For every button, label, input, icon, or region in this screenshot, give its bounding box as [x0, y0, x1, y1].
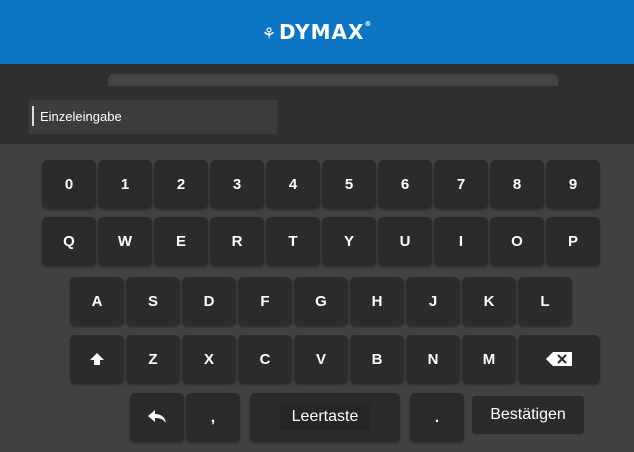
back-key[interactable]: [130, 393, 184, 441]
key-z[interactable]: Z: [126, 335, 180, 383]
key-e[interactable]: E: [154, 217, 208, 265]
key-1[interactable]: 1: [98, 160, 152, 208]
key-comma[interactable]: ,: [186, 393, 240, 441]
header-bar: ⚘ DYMAX®: [0, 0, 634, 64]
shift-icon: [90, 353, 104, 365]
key-g[interactable]: G: [294, 277, 348, 325]
key-u[interactable]: U: [378, 217, 432, 265]
key-0[interactable]: 0: [42, 160, 96, 208]
key-i[interactable]: I: [434, 217, 488, 265]
key-d[interactable]: D: [182, 277, 236, 325]
text-input-field[interactable]: Einzeleingabe: [28, 99, 278, 135]
key-s[interactable]: S: [126, 277, 180, 325]
key-r[interactable]: R: [210, 217, 264, 265]
key-h[interactable]: H: [350, 277, 404, 325]
key-f[interactable]: F: [238, 277, 292, 325]
key-8[interactable]: 8: [490, 160, 544, 208]
tab-strip: [108, 74, 558, 86]
key-6[interactable]: 6: [378, 160, 432, 208]
text-cursor: [32, 106, 34, 126]
back-arrow-icon: [148, 410, 166, 423]
shift-key[interactable]: [70, 335, 124, 383]
key-y[interactable]: Y: [322, 217, 376, 265]
space-label: Leertaste: [279, 404, 371, 430]
key-w[interactable]: W: [98, 217, 152, 265]
key-j[interactable]: J: [406, 277, 460, 325]
key-l[interactable]: L: [518, 277, 572, 325]
key-period[interactable]: .: [410, 393, 464, 441]
dymax-logo: ⚘ DYMAX®: [261, 20, 373, 44]
key-t[interactable]: T: [266, 217, 320, 265]
key-5[interactable]: 5: [322, 160, 376, 208]
key-b[interactable]: B: [350, 335, 404, 383]
key-n[interactable]: N: [406, 335, 460, 383]
key-m[interactable]: M: [462, 335, 516, 383]
key-v[interactable]: V: [294, 335, 348, 383]
key-2[interactable]: 2: [154, 160, 208, 208]
key-q[interactable]: Q: [42, 217, 96, 265]
confirm-button[interactable]: Bestätigen: [472, 396, 584, 434]
backspace-icon: [546, 352, 572, 366]
key-3[interactable]: 3: [210, 160, 264, 208]
key-7[interactable]: 7: [434, 160, 488, 208]
key-a[interactable]: A: [70, 277, 124, 325]
input-value: Einzeleingabe: [40, 109, 122, 124]
key-4[interactable]: 4: [266, 160, 320, 208]
key-c[interactable]: C: [238, 335, 292, 383]
key-9[interactable]: 9: [546, 160, 600, 208]
key-k[interactable]: K: [462, 277, 516, 325]
key-x[interactable]: X: [182, 335, 236, 383]
key-p[interactable]: P: [546, 217, 600, 265]
backspace-key[interactable]: [518, 335, 600, 383]
space-key[interactable]: Leertaste: [250, 393, 400, 441]
key-o[interactable]: O: [490, 217, 544, 265]
